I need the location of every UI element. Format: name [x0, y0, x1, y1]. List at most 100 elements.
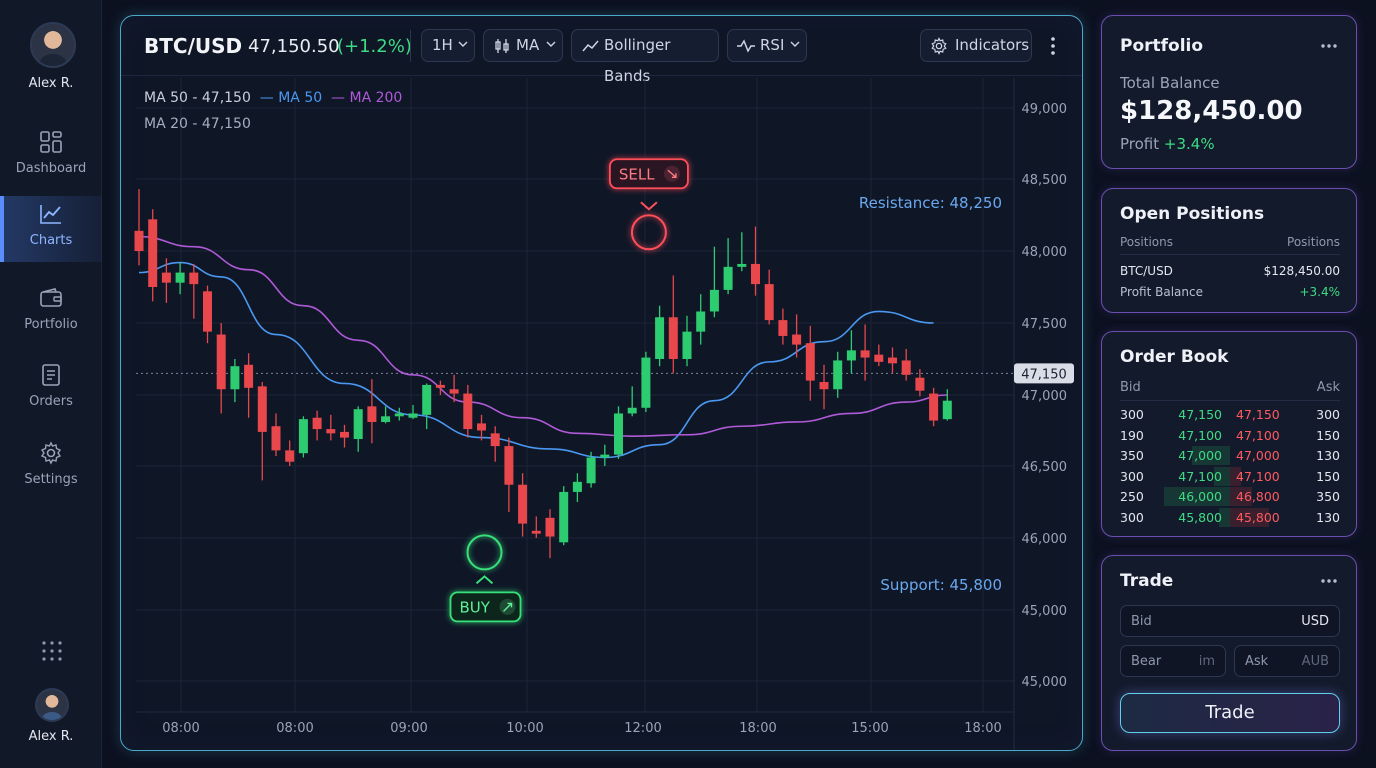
candle-body[interactable] [655, 317, 665, 359]
candle-body[interactable] [230, 366, 240, 390]
ask-quantity: 130 [1316, 448, 1340, 463]
candle-body[interactable] [148, 219, 158, 287]
candle-body[interactable] [175, 272, 185, 283]
candle-body[interactable] [285, 450, 295, 462]
candle-body[interactable] [819, 382, 829, 390]
candle-body[interactable] [888, 357, 897, 364]
candle-body[interactable] [874, 354, 884, 362]
candle-body[interactable] [367, 406, 377, 422]
gear-icon [40, 441, 62, 465]
user-avatar-bottom[interactable] [35, 688, 69, 722]
trade-card: Trade Bid USD Bear im Ask AUB Trade [1101, 555, 1357, 751]
order-book-row[interactable]: 250 46,000 46,800 350 [1120, 487, 1340, 506]
candle-body[interactable] [134, 230, 144, 251]
candle-body[interactable] [709, 289, 719, 312]
candle-body[interactable] [422, 384, 432, 415]
candle-body[interactable] [846, 350, 856, 361]
nav-item-portfolio[interactable]: Portfolio [0, 280, 102, 346]
candle-body[interactable] [189, 272, 199, 285]
y-tick-label: 48,500 [1022, 173, 1068, 188]
user-avatar[interactable] [30, 22, 76, 68]
nav-item-orders[interactable]: Orders [0, 357, 102, 423]
candle-body[interactable] [764, 284, 774, 321]
candle-body[interactable] [833, 360, 843, 390]
candle-body[interactable] [792, 334, 802, 345]
candle-body[interactable] [600, 454, 610, 458]
candle-body[interactable] [559, 491, 569, 543]
candle-body[interactable] [353, 409, 363, 440]
candle-body[interactable] [271, 426, 281, 451]
candle-body[interactable] [614, 413, 623, 455]
candle-body[interactable] [696, 311, 706, 332]
buy-signal-marker[interactable] [466, 534, 503, 571]
candle-body[interactable] [298, 419, 308, 454]
candle-body[interactable] [449, 389, 459, 394]
candle-body[interactable] [805, 343, 815, 381]
candle-body[interactable] [531, 530, 541, 534]
candle-body[interactable] [340, 431, 349, 438]
nav-item-dashboard[interactable]: Dashboard [0, 124, 102, 190]
bear-unit: im [1198, 654, 1215, 669]
candle-body[interactable] [586, 457, 596, 484]
candle-body[interactable] [751, 263, 760, 285]
price-chart[interactable]: 49,000 48,500 48,000 47,500 47,000 46,500 46,0… [121, 16, 1083, 751]
candle-body[interactable] [929, 393, 939, 421]
candle-body[interactable] [312, 417, 322, 430]
candle-body[interactable] [490, 433, 500, 447]
candle-body[interactable] [477, 423, 486, 431]
candle-body[interactable] [901, 360, 911, 375]
ask-input[interactable]: Ask AUB [1234, 645, 1340, 677]
candle-body[interactable] [381, 416, 391, 422]
ask-input-placeholder: Ask [1245, 654, 1269, 669]
candle-body[interactable] [257, 386, 267, 432]
apps-grid-icon[interactable] [42, 641, 62, 661]
candle-body[interactable] [504, 446, 514, 485]
candle-body[interactable] [627, 407, 637, 414]
order-book-header: Bid Ask [1120, 380, 1340, 395]
order-book-row[interactable]: 300 47,150 47,150 300 [1120, 405, 1340, 424]
order-book-row[interactable]: 350 47,000 47,000 130 [1120, 446, 1340, 465]
candle-body[interactable] [545, 517, 555, 537]
order-book-row[interactable]: 300 47,100 47,100 150 [1120, 466, 1340, 486]
candle-body[interactable] [668, 317, 678, 359]
candle-body[interactable] [860, 350, 870, 358]
candle-body[interactable] [161, 272, 171, 283]
candle-body[interactable] [244, 364, 254, 388]
candle-body[interactable] [682, 331, 692, 359]
candle-body[interactable] [641, 357, 651, 408]
bid-quantity: 300 [1120, 509, 1144, 525]
candle-body[interactable] [203, 291, 212, 332]
candle-body[interactable] [463, 393, 473, 430]
more-horizontal-icon[interactable] [1320, 578, 1338, 584]
candle-body[interactable] [394, 413, 404, 417]
bid-input[interactable]: Bid USD [1120, 605, 1340, 637]
order-book-row[interactable]: 300 45,800 45,800 130 [1120, 507, 1340, 527]
profit-line: Profit +3.4% [1120, 135, 1215, 153]
ask-quantity: 350 [1316, 489, 1340, 504]
candle-body[interactable] [942, 400, 952, 420]
y-tick-label: 46,500 [1022, 460, 1068, 475]
candle-body[interactable] [572, 481, 582, 492]
ask-price: 47,100 [1236, 427, 1280, 443]
y-tick-label: 45,000 [1022, 675, 1068, 690]
candle-body[interactable] [915, 377, 925, 391]
position-row[interactable]: BTC/USD $128,450.00 [1120, 264, 1340, 278]
sell-signal-marker[interactable] [630, 214, 667, 251]
trade-button[interactable]: Trade [1120, 693, 1340, 733]
candle-body[interactable] [518, 484, 528, 524]
candle-body[interactable] [326, 429, 336, 434]
nav-item-charts[interactable]: Charts [0, 196, 102, 262]
order-book-row[interactable]: 190 47,100 47,100 150 [1120, 426, 1340, 445]
candle-body[interactable] [408, 413, 418, 418]
buy-chevron-icon [475, 575, 494, 585]
candle-body[interactable] [737, 263, 747, 267]
candle-body[interactable] [435, 384, 445, 388]
nav-item-settings[interactable]: Settings [0, 435, 102, 501]
candle-body[interactable] [778, 320, 788, 336]
order-book-divider [1120, 400, 1340, 401]
more-horizontal-icon[interactable] [1320, 43, 1338, 49]
y-tick-label: 49,000 [1022, 102, 1068, 117]
bear-input[interactable]: Bear im [1120, 645, 1226, 677]
candle-body[interactable] [216, 334, 226, 390]
candle-body[interactable] [723, 266, 733, 290]
